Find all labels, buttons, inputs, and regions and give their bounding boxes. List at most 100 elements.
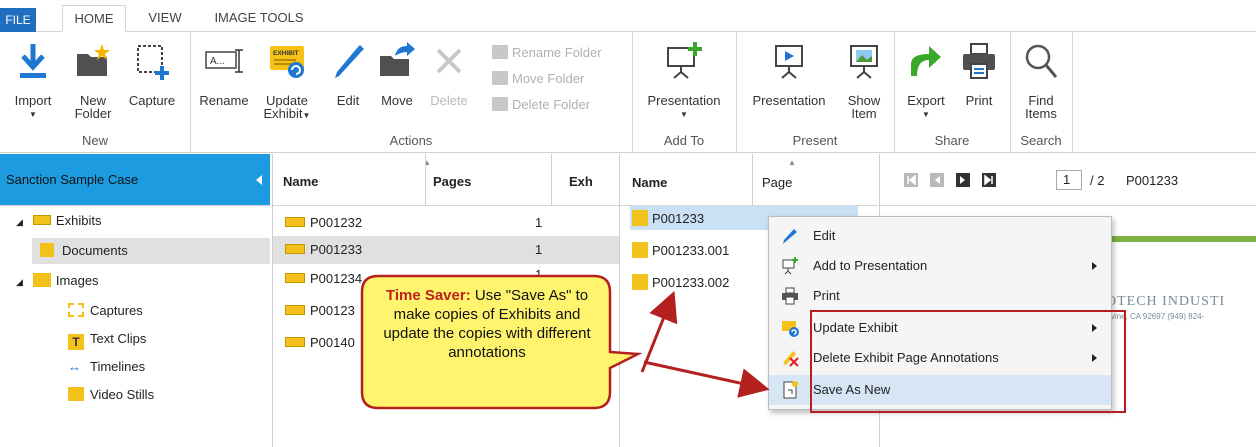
group-label-present: Present [792,133,838,148]
preview-company-name: OTECH INDUSTI [1106,294,1226,309]
timelines-icon: ↔ [68,359,81,374]
exhibit-icon [285,217,305,227]
presentation-add-icon [782,257,798,275]
group-label-search: Search [1020,133,1062,148]
exhibit-icon [285,305,305,315]
callout-text: Time Saver: Use "Save As" to make copies… [383,287,591,361]
presentation-add-icon [667,42,702,79]
svg-text:EXHIBIT: EXHIBIT [273,50,299,57]
collapse-panel-icon[interactable] [256,175,262,185]
export-button[interactable]: Export ▼ [900,42,952,122]
delete-folder-button[interactable]: Delete Folder [492,96,590,114]
expand-arrow-icon[interactable]: ◢ [16,277,23,287]
tree-item-documents[interactable]: Documents [32,238,270,264]
show-item-icon [850,45,878,79]
pencil-icon [783,229,797,244]
expand-arrow-icon[interactable]: ◢ [16,217,23,227]
sort-asc-icon: ▲ [788,158,796,167]
exhibit-page-icon [632,242,648,258]
tree-item-video-stills[interactable]: Video Stills [68,382,154,408]
printer-icon [963,43,995,79]
ribbon: Import ▼ New Folder Capture New A... Ren… [0,32,1256,153]
menu-item-print[interactable]: Print [769,281,1111,311]
rename-button[interactable]: A... Rename [196,42,252,122]
exhibit-page-icon [632,210,648,226]
prev-page-icon[interactable] [930,173,944,187]
rename-icon: A... [205,49,243,73]
submenu-arrow-icon [1092,262,1097,270]
presentation-present-label: Presentation [752,93,826,108]
import-button[interactable]: Import ▼ [4,42,62,122]
move-label: Move [381,93,413,108]
edit-button[interactable]: Edit [326,42,370,122]
column-exh[interactable]: Exh [569,174,593,189]
case-title: Sanction Sample Case [6,172,139,187]
list-item[interactable]: P001233.001 [630,238,770,262]
page-total: / 2 [1090,173,1105,188]
documents-icon [40,243,54,257]
print-button[interactable]: Print [956,42,1002,122]
table-row[interactable]: P001232 1 [273,210,619,236]
column-page[interactable]: Page [762,175,792,190]
chevron-down-icon: ▼ [680,110,688,119]
case-tree: ◢ Exhibits Documents ◢ Images Captures T Te… [0,206,270,447]
find-items-button[interactable]: Find Items [1016,42,1066,122]
column-pages[interactable]: Pages [433,174,471,189]
viewer-doc-name: P001233 [1126,173,1179,188]
print-label: Print [965,93,993,108]
pencil-icon [335,45,364,78]
first-page-icon[interactable] [904,173,918,187]
callout-bubble: Time Saver: Use "Save As" to make copies… [360,268,642,416]
find-items-label-2: Items [1025,106,1057,121]
tree-item-images[interactable]: ◢ Images [16,268,99,294]
tab-file[interactable]: FILE [0,8,36,32]
capture-icon [137,45,169,80]
add-to-presentation-button[interactable]: Presentation ▼ [638,42,730,122]
menu-item-add-to-presentation[interactable]: Add to Presentation [769,251,1111,281]
tree-item-captures[interactable]: Captures [68,298,143,324]
new-folder-button[interactable]: New Folder [66,42,120,122]
table-row[interactable]: P001233 1 [273,236,619,264]
highlight-box [810,310,1126,413]
delete-button[interactable]: Delete [424,42,474,122]
last-page-icon[interactable] [982,173,996,187]
update-exhibit-icon: EXHIBIT [270,46,304,78]
tab-image-tools[interactable]: IMAGE TOOLS [204,5,314,32]
tree-item-text-clips[interactable]: T Text Clips [68,326,146,352]
menu-item-edit[interactable]: Edit [769,221,1111,251]
column-divider [551,154,552,206]
images-folder-icon [32,273,51,287]
move-folder-button[interactable]: Move Folder [492,70,584,88]
column-name[interactable]: Name [632,175,667,190]
search-icon [1025,44,1058,78]
tab-home[interactable]: HOME [62,5,126,32]
new-folder-icon [77,44,110,76]
update-exhibit-button[interactable]: EXHIBIT Update Exhibit▼ [258,42,316,122]
captures-icon [68,303,84,317]
chevron-down-icon: ▼ [29,110,37,119]
next-page-icon[interactable] [956,173,970,187]
pages-list-header: Name Page ▲ [620,154,878,206]
column-name[interactable]: Name [283,174,318,189]
ribbon-tab-bar: FILE HOME VIEW IMAGE TOOLS [0,0,1256,32]
move-button[interactable]: Move [372,42,422,122]
chevron-down-icon: ▼ [302,111,311,120]
column-divider [752,154,753,206]
video-stills-icon [68,387,84,401]
present-presentation-button[interactable]: Presentation [742,42,836,122]
chevron-down-icon: ▼ [922,110,930,119]
page-number-input[interactable]: 1 [1056,170,1082,190]
new-folder-label-2: Folder [74,106,112,121]
show-item-button[interactable]: Show Item [840,42,888,122]
tab-view[interactable]: VIEW [140,5,190,32]
case-panel-header[interactable]: Sanction Sample Case [0,154,270,206]
column-divider [425,154,426,206]
capture-button[interactable]: Capture [124,42,180,122]
tree-item-exhibits[interactable]: ◢ Exhibits [16,208,101,234]
rename-folder-icon [492,45,508,59]
export-label: Export [907,93,945,108]
rename-folder-button[interactable]: Rename Folder [492,44,602,62]
group-label-add-to: Add To [663,133,705,148]
import-icon [20,44,46,78]
tree-item-timelines[interactable]: ↔ Timelines [68,354,145,380]
